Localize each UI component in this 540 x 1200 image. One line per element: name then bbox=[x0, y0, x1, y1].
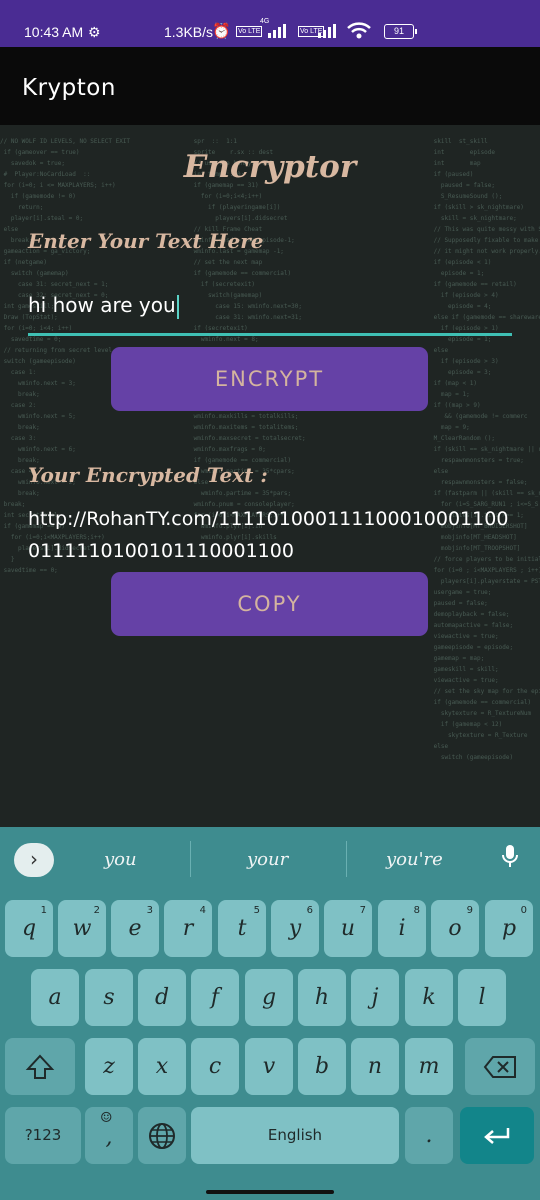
key-i[interactable]: i8 bbox=[378, 900, 426, 957]
encrypt-button[interactable]: ENCRYPT bbox=[111, 347, 428, 411]
key-n[interactable]: n bbox=[351, 1038, 399, 1095]
navigation-handle[interactable] bbox=[206, 1190, 334, 1194]
key-h[interactable]: h bbox=[298, 969, 346, 1026]
plain-text-input[interactable]: hi how are you bbox=[28, 289, 512, 337]
key-s[interactable]: s bbox=[85, 969, 133, 1026]
key-o[interactable]: o9 bbox=[431, 900, 479, 957]
key-u[interactable]: u7 bbox=[324, 900, 372, 957]
enter-icon[interactable] bbox=[460, 1107, 534, 1164]
page-heading: Encryptor bbox=[183, 149, 357, 185]
main-content: // NO WOLF ID LEVELS, NO SELECT EXIT if … bbox=[0, 125, 540, 827]
key-a[interactable]: a bbox=[31, 969, 79, 1026]
backspace-icon[interactable] bbox=[465, 1038, 535, 1095]
status-time: 10:43 AM bbox=[24, 24, 84, 40]
status-bar: 10:43 AM ⚙ 1.3KB/s ⏰ Vo LTE 4G Vo LTE 91 bbox=[0, 0, 540, 47]
copy-button[interactable]: COPY bbox=[111, 572, 428, 636]
result-label: Your Encrypted Text : bbox=[28, 463, 268, 487]
soft-keyboard: › you your you're q1 w2 e3 r4 t5 y6 u7 i… bbox=[0, 827, 540, 1200]
key-q[interactable]: q1 bbox=[5, 900, 53, 957]
key-w[interactable]: w2 bbox=[58, 900, 106, 957]
period-key[interactable]: . bbox=[405, 1107, 453, 1164]
key-c[interactable]: c bbox=[191, 1038, 239, 1095]
signal-icon-2 bbox=[318, 24, 336, 38]
comma-key[interactable]: ☺ , bbox=[85, 1107, 133, 1164]
space-key[interactable]: English bbox=[191, 1107, 399, 1164]
shift-icon[interactable] bbox=[5, 1038, 75, 1095]
key-y[interactable]: y6 bbox=[271, 900, 319, 957]
signal-icon-1 bbox=[268, 24, 286, 38]
suggestion-2[interactable]: your bbox=[247, 849, 288, 870]
volte-badge-1: Vo LTE bbox=[236, 26, 263, 37]
symbols-key[interactable]: ?123 bbox=[5, 1107, 81, 1164]
key-x[interactable]: x bbox=[138, 1038, 186, 1095]
key-k[interactable]: k bbox=[405, 969, 453, 1026]
microphone-icon[interactable] bbox=[500, 843, 520, 875]
suggestion-1[interactable]: you bbox=[104, 849, 137, 870]
app-bar: Krypton bbox=[0, 47, 540, 125]
input-label: Enter Your Text Here bbox=[28, 229, 264, 253]
key-z[interactable]: z bbox=[85, 1038, 133, 1095]
suggestion-3[interactable]: you're bbox=[386, 849, 443, 870]
battery-icon: 91 bbox=[384, 24, 417, 39]
key-p[interactable]: p0 bbox=[485, 900, 533, 957]
text-cursor bbox=[176, 294, 179, 319]
key-m[interactable]: m bbox=[405, 1038, 453, 1095]
key-t[interactable]: t5 bbox=[218, 900, 266, 957]
wifi-icon bbox=[347, 22, 371, 39]
suggestion-strip: › you your you're bbox=[0, 827, 540, 891]
key-d[interactable]: d bbox=[138, 969, 186, 1026]
key-l[interactable]: l bbox=[458, 969, 506, 1026]
alarm-icon: ⏰ bbox=[212, 23, 231, 40]
key-r[interactable]: r4 bbox=[164, 900, 212, 957]
key-g[interactable]: g bbox=[245, 969, 293, 1026]
globe-icon[interactable] bbox=[138, 1107, 186, 1164]
chevron-right-icon[interactable]: › bbox=[14, 843, 54, 877]
key-b[interactable]: b bbox=[298, 1038, 346, 1095]
app-title: Krypton bbox=[22, 75, 116, 101]
key-f[interactable]: f bbox=[191, 969, 239, 1026]
network-speed: 1.3KB/s bbox=[164, 24, 214, 40]
key-j[interactable]: j bbox=[351, 969, 399, 1026]
key-e[interactable]: e3 bbox=[111, 900, 159, 957]
input-value: hi how are you bbox=[28, 293, 176, 317]
input-underline bbox=[28, 333, 512, 336]
encrypted-text-output: http://RohanTY.com/111101000111100010001… bbox=[28, 508, 509, 562]
key-v[interactable]: v bbox=[245, 1038, 293, 1095]
settings-gear-icon: ⚙ bbox=[88, 24, 101, 40]
